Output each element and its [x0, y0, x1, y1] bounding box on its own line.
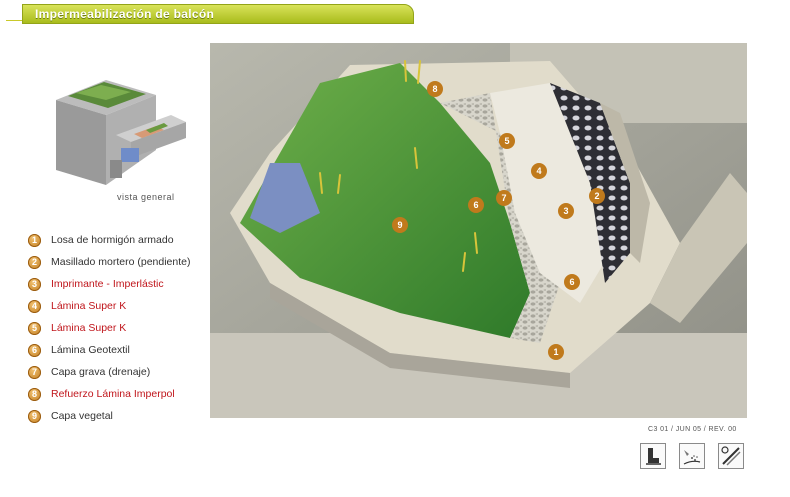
legend-label: Lámina Super K	[51, 322, 127, 334]
badge-2: 2	[28, 255, 41, 269]
legend-item-5: 5 Lámina Super K	[28, 317, 190, 339]
legend-label: Imprimante - Imperlástic	[51, 278, 164, 290]
boot-icon[interactable]	[640, 443, 666, 469]
badge-1: 1	[28, 233, 41, 247]
spray-icon[interactable]	[679, 443, 705, 469]
legend-item-3: 3 Imprimante - Imperlástic	[28, 273, 190, 295]
badge-9: 9	[28, 409, 41, 423]
legend-label: Lámina Super K	[51, 300, 127, 312]
marker-1: 1	[553, 347, 558, 357]
legend: 1 Losa de hormigón armado 2 Masillado mo…	[28, 229, 190, 427]
legend-label: Lámina Geotextil	[51, 344, 130, 356]
header-tab: Impermeabilización de balcón	[22, 4, 414, 24]
overview-caption: vista general	[117, 192, 175, 202]
legend-label: Masillado mortero (pendiente)	[51, 256, 191, 268]
badge-5: 5	[28, 321, 41, 335]
marker-6: 6	[473, 200, 478, 210]
badge-6: 6	[28, 343, 41, 357]
legend-item-7: 7 Capa grava (drenaje)	[28, 361, 190, 383]
marker-4: 4	[536, 166, 541, 176]
marker-9: 9	[397, 220, 402, 230]
page-title: Impermeabilización de balcón	[35, 7, 215, 21]
roll-sheet-icon[interactable]	[718, 443, 744, 469]
legend-label: Capa vegetal	[51, 410, 113, 422]
legend-label: Refuerzo Lámina Imperpol	[51, 388, 175, 400]
badge-3: 3	[28, 277, 41, 291]
legend-item-6: 6 Lámina Geotextil	[28, 339, 190, 361]
overview-illustration	[56, 80, 186, 185]
legend-item-8: 8 Refuerzo Lámina Imperpol	[28, 383, 190, 405]
legend-item-2: 2 Masillado mortero (pendiente)	[28, 251, 190, 273]
badge-7: 7	[28, 365, 41, 379]
badge-4: 4	[28, 299, 41, 313]
marker-7: 7	[501, 193, 506, 203]
legend-item-4: 4 Lámina Super K	[28, 295, 190, 317]
marker-2: 2	[594, 191, 599, 201]
legend-label: Capa grava (drenaje)	[51, 366, 151, 378]
legend-item-1: 1 Losa de hormigón armado	[28, 229, 190, 251]
marker-5: 5	[504, 136, 509, 146]
balcony-cutaway-diagram: 8 5 4 2 7 6 3 9 6 1	[210, 43, 747, 418]
marker-3: 3	[563, 206, 568, 216]
badge-8: 8	[28, 387, 41, 401]
revision-code: C3 01 / JUN 05 / REV. 00	[648, 426, 737, 433]
marker-8: 8	[432, 84, 437, 94]
marker-6b: 6	[569, 277, 574, 287]
legend-label: Losa de hormigón armado	[51, 234, 174, 246]
legend-item-9: 9 Capa vegetal	[28, 405, 190, 427]
